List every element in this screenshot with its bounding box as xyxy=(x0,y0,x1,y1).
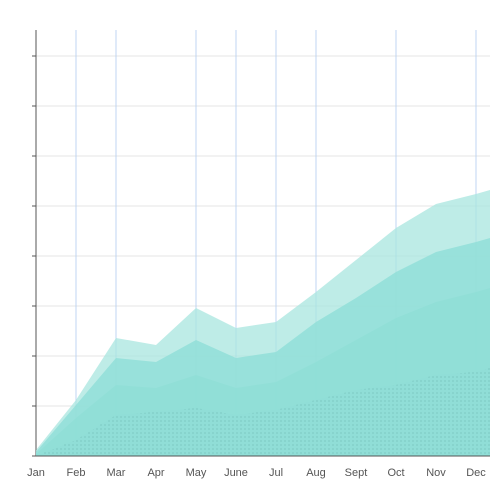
x-label-jan: Jan xyxy=(27,467,45,479)
x-label-june: June xyxy=(224,467,248,479)
x-axis-labels: Jan Feb Mar Apr May June Jul Aug Sept Oc… xyxy=(27,467,486,479)
x-label-oct: Oct xyxy=(387,467,404,479)
y-axis-ticks xyxy=(32,56,36,456)
x-label-mar: Mar xyxy=(107,467,126,479)
x-label-jul: Jul xyxy=(269,467,283,479)
x-label-feb: Feb xyxy=(67,467,86,479)
x-label-aug: Aug xyxy=(306,467,326,479)
chart-container: Jan Feb Mar Apr May June Jul Aug Sept Oc… xyxy=(0,0,500,500)
x-label-may: May xyxy=(186,467,207,479)
x-label-dec: Dec xyxy=(466,467,486,479)
x-label-sept: Sept xyxy=(345,467,368,479)
x-label-apr: Apr xyxy=(147,467,164,479)
chart-svg: Jan Feb Mar Apr May June Jul Aug Sept Oc… xyxy=(0,0,500,500)
x-label-nov: Nov xyxy=(426,467,446,479)
